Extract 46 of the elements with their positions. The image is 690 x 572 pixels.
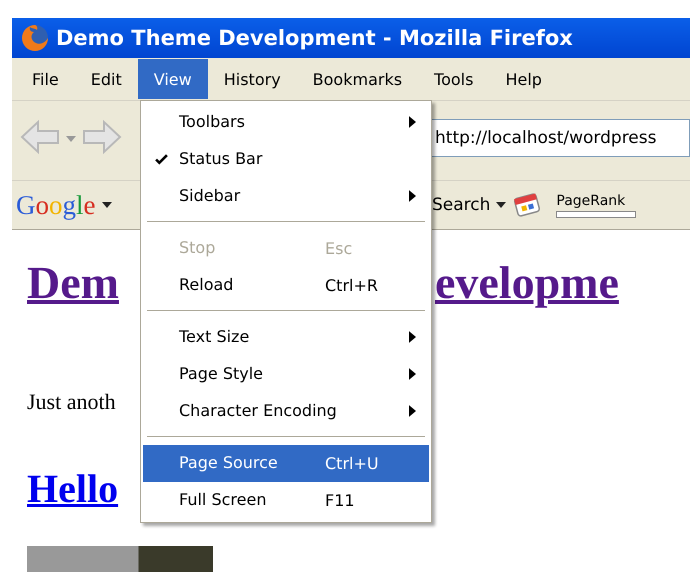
submenu-arrow-icon [409,331,416,343]
menu-item[interactable]: Character Encoding [143,393,429,430]
site-title-link[interactable]: evelopme [434,256,619,309]
window-title: Demo Theme Development - Mozilla Firefox [56,26,573,50]
menu-bar-item[interactable]: Edit [74,59,138,99]
caret-icon[interactable] [496,202,506,208]
submenu-arrow-icon [409,190,416,202]
menu-item-label: Toolbars [179,112,246,133]
menu-item-label: Page Style [179,364,264,385]
menu-bar-item[interactable]: History [208,59,297,99]
menu-item-label: Text Size [179,327,250,348]
menu-item[interactable]: Full Screen F11 [143,482,429,519]
menu-item[interactable]: Reload Ctrl+R [143,267,429,304]
submenu-arrow-icon [409,405,416,417]
menu-bar-item[interactable]: Bookmarks [296,59,418,99]
tagline: Just anoth [27,389,116,415]
shortcut-text: Esc [325,239,354,258]
site-title-link[interactable]: Dem [27,256,119,309]
menu-item-label: Page Source [179,453,279,474]
menu-bar-item[interactable]: View [138,59,208,99]
menu-item-label: Reload [179,275,234,296]
menu-item-label: Stop [179,238,216,259]
menu-bar-item[interactable]: Help [489,59,558,99]
caret-icon[interactable] [102,202,112,208]
menu-item-label: Status Bar [179,149,264,170]
shortcut-text: Ctrl+U [325,454,380,473]
menu-item-label: Sidebar [179,186,242,207]
pagerank-label: PageRank [556,192,626,208]
submenu-arrow-icon [409,116,416,128]
shortcut-text: F11 [325,491,356,510]
post-title-link[interactable]: Hello [27,465,118,512]
menu-item-label: Full Screen [179,490,268,511]
menu-item[interactable]: Toolbars [143,104,429,141]
menu-bar-item[interactable]: File [16,59,75,99]
globe-icon [20,23,50,53]
menu-item[interactable]: Text Size [143,319,429,356]
shortcut-text: Ctrl+R [325,276,379,295]
search-label[interactable]: Search [432,195,490,215]
menu-item-label: Character Encoding [179,401,337,422]
menu-item[interactable]: Status Bar [143,141,429,178]
submenu-arrow-icon [409,368,416,380]
menu-item[interactable]: Page Style [143,356,429,393]
google-logo[interactable]: Google [16,190,96,220]
menu-item[interactable]: Sidebar [143,178,429,215]
menu-item[interactable]: Page Source Ctrl+U [143,445,429,482]
menu-bar-item[interactable]: Tools [418,59,490,99]
